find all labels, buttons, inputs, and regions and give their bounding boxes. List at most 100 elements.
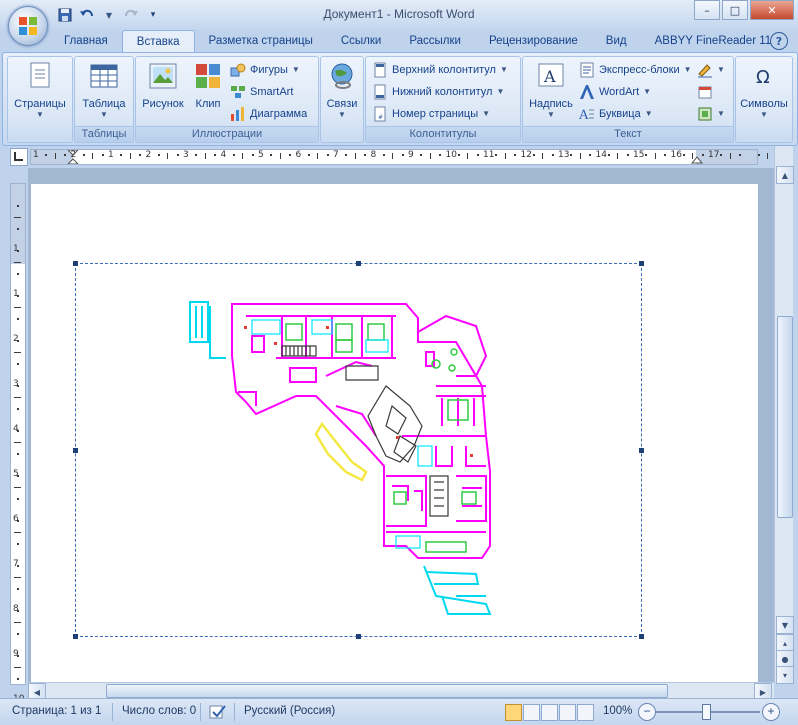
ribbon-tabs: Главная Вставка Разметка страницы Ссылки…: [50, 30, 786, 54]
ruler-tick: [307, 154, 310, 156]
language-indicator[interactable]: Русский (Россия): [244, 705, 335, 717]
vertical-scroll-thumb[interactable]: [777, 316, 793, 518]
draft-view-button[interactable]: [577, 704, 594, 721]
ruler-tick: [45, 154, 48, 156]
ruler-tick: [420, 154, 423, 156]
ruler-number: 1: [108, 150, 114, 160]
next-page-button[interactable]: ▾: [776, 666, 794, 684]
dropcap-button[interactable]: A Буквица ▼: [579, 105, 653, 123]
date-time-button[interactable]: [697, 83, 713, 101]
chart-button[interactable]: Диаграмма: [230, 105, 307, 123]
ruler-tick: [701, 154, 704, 156]
object-button[interactable]: ▼: [697, 105, 725, 123]
maximize-button[interactable]: □: [722, 0, 748, 20]
pages-label: Страницы: [14, 98, 66, 110]
horizontal-scrollbar[interactable]: ◀ ▶: [28, 682, 774, 701]
clip-button[interactable]: Клип: [188, 61, 228, 110]
resize-handle[interactable]: [639, 634, 644, 639]
links-button[interactable]: Связи ▼: [322, 61, 362, 119]
group-label-tables: Таблицы: [75, 126, 133, 142]
ruler-tick: [664, 154, 667, 156]
ruler-number: 2: [70, 150, 77, 160]
ruler-tick: [729, 153, 731, 159]
ruler-tick: [739, 154, 742, 156]
horizontal-scroll-thumb[interactable]: [106, 684, 668, 698]
tab-abbyy[interactable]: ABBYY FineReader 11: [641, 30, 786, 52]
ruler-tick: [401, 154, 404, 156]
vertical-scrollbar[interactable]: ▲ ▼ ▴ ● ▾: [774, 146, 794, 684]
page-count[interactable]: Страница: 1 из 1: [12, 705, 101, 717]
ruler-tick: [17, 205, 19, 208]
shapes-label: Фигуры: [250, 64, 288, 76]
ruler-tick: [270, 154, 273, 156]
resize-handle[interactable]: [639, 448, 644, 453]
header-button[interactable]: Верхний колонтитул ▼: [372, 61, 508, 79]
outline-view-button[interactable]: [559, 704, 576, 721]
svg-text:A: A: [543, 67, 556, 86]
signature-line-button[interactable]: ▼: [697, 61, 725, 79]
resize-handle[interactable]: [356, 634, 361, 639]
resize-handle[interactable]: [73, 634, 78, 639]
print-layout-view-button[interactable]: [505, 704, 522, 721]
zoom-out-button[interactable]: −: [638, 703, 656, 721]
ruler-tick: [532, 154, 535, 156]
textbox-label: Надпись: [529, 98, 573, 110]
pages-button[interactable]: Страницы ▼: [10, 61, 70, 119]
ruler-number: 8: [13, 604, 19, 614]
zoom-slider-thumb[interactable]: [702, 704, 711, 720]
word-count[interactable]: Число слов: 0: [122, 705, 196, 717]
ruler-tick: [14, 531, 21, 533]
help-icon[interactable]: ?: [770, 32, 788, 50]
resize-handle[interactable]: [73, 448, 78, 453]
quick-parts-button[interactable]: Экспресс-блоки ▼: [579, 61, 692, 79]
zoom-in-button[interactable]: +: [762, 703, 780, 721]
textbox-button[interactable]: A Надпись ▼: [525, 61, 577, 119]
picture-button[interactable]: Рисунок: [138, 61, 188, 110]
ruler-tick: [682, 154, 685, 156]
ruler-tick: [17, 677, 19, 680]
tab-page-layout[interactable]: Разметка страницы: [195, 30, 327, 52]
textbox-icon: A: [538, 63, 564, 87]
zoom-level[interactable]: 100%: [603, 705, 632, 717]
table-button[interactable]: Таблица ▼: [77, 61, 131, 119]
smartart-button[interactable]: SmartArt: [230, 83, 293, 101]
footer-button[interactable]: Нижний колонтитул ▼: [372, 83, 504, 101]
tab-references[interactable]: Ссылки: [327, 30, 396, 52]
ruler-tick: [14, 351, 21, 353]
tab-view[interactable]: Вид: [592, 30, 641, 52]
horizontal-ruler[interactable]: 1 2 1 2 3 4 5 6 7 8 9 10 11 12 13 14 15 16 17: [30, 149, 779, 165]
floor-plan-image[interactable]: [186, 296, 502, 616]
tab-home[interactable]: Главная: [50, 30, 122, 52]
ruler-tick: [14, 666, 21, 668]
web-layout-button[interactable]: [541, 704, 558, 721]
tab-insert[interactable]: Вставка: [121, 30, 195, 54]
close-button[interactable]: ✕: [750, 0, 794, 20]
wordart-button[interactable]: WordArt ▼: [579, 83, 651, 101]
vertical-ruler[interactable]: 112345678910: [10, 183, 26, 725]
minimize-button[interactable]: –: [694, 0, 720, 20]
ruler-number: 16: [670, 150, 682, 160]
page-number-label: Номер страницы: [392, 108, 479, 120]
tab-mailings[interactable]: Рассылки: [395, 30, 475, 52]
tab-review[interactable]: Рецензирование: [475, 30, 592, 52]
symbols-button[interactable]: Ω Символы ▼: [738, 61, 790, 119]
full-screen-reading-button[interactable]: [523, 704, 540, 721]
ruler-tick: [570, 154, 573, 156]
page-icon: [30, 62, 50, 88]
resize-handle[interactable]: [73, 261, 78, 266]
ruler-tick: [176, 154, 179, 156]
page-number-button[interactable]: # Номер страницы ▼: [372, 105, 490, 123]
resize-handle[interactable]: [356, 261, 361, 266]
scroll-down-button[interactable]: ▼: [776, 616, 794, 634]
ruler-tick: [204, 153, 206, 159]
ruler-tick: [157, 154, 160, 156]
chevron-down-icon: ▼: [338, 110, 346, 119]
resize-handle[interactable]: [639, 261, 644, 266]
office-button[interactable]: [8, 6, 48, 46]
shapes-button[interactable]: Фигуры ▼: [230, 61, 300, 79]
scroll-up-button[interactable]: ▲: [776, 166, 794, 184]
ruler-tick: [317, 153, 319, 159]
clipart-icon: [196, 64, 220, 88]
tab-selector[interactable]: [10, 148, 28, 166]
proofing-icon[interactable]: [208, 704, 228, 720]
